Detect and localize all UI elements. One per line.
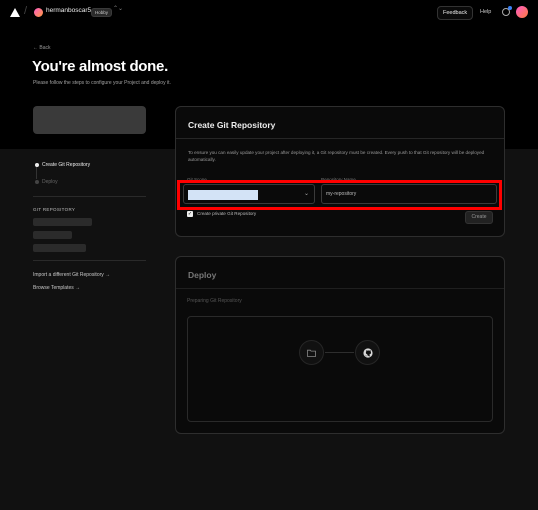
top-navigation: / hermanboscar5 Hobby ⌃⌄ Feedback Help (0, 0, 538, 26)
private-repo-checkbox-label[interactable]: Create private Git Repository (197, 211, 256, 216)
team-avatar (34, 8, 43, 17)
github-icon (355, 340, 380, 365)
highlight-box (177, 180, 502, 210)
feedback-button[interactable]: Feedback (437, 6, 474, 20)
git-repo-placeholder (33, 244, 86, 252)
help-link[interactable]: Help (480, 9, 491, 15)
back-link[interactable]: ← Back (33, 45, 51, 51)
card-divider (176, 138, 504, 139)
step-deploy: Deploy (42, 179, 58, 185)
template-preview-card (33, 106, 146, 134)
create-button[interactable]: Create (465, 211, 493, 224)
folder-icon (299, 340, 324, 365)
create-git-repository-card: Create Git Repository To ensure you can … (175, 106, 505, 237)
step-connector (36, 167, 37, 179)
page-subtitle: Please follow the steps to configure you… (33, 80, 171, 86)
browse-templates-link[interactable]: Browse Templates → (33, 285, 80, 291)
team-switcher-icon[interactable]: ⌃⌄ (113, 6, 123, 12)
step-inactive-dot (35, 180, 39, 184)
nav-separator: / (24, 5, 28, 17)
deploy-preview-box (187, 316, 493, 422)
git-repository-heading: GIT REPOSITORY (33, 207, 76, 212)
vercel-logo-icon[interactable] (10, 8, 20, 17)
plan-badge: Hobby (91, 8, 113, 17)
deploy-connector (325, 352, 354, 353)
page-title: You're almost done. (32, 58, 168, 75)
git-repo-placeholder (33, 218, 92, 226)
notification-dot (508, 6, 512, 10)
sidebar-divider (33, 260, 146, 261)
user-avatar[interactable] (516, 6, 528, 18)
create-card-description: To ensure you can easily update your pro… (188, 150, 485, 162)
git-repo-placeholder (33, 231, 72, 239)
deploy-status: Preparing Git Repository (187, 298, 242, 304)
sidebar-divider (33, 196, 146, 197)
username[interactable]: hermanboscar5 (46, 7, 91, 14)
deploy-card-title: Deploy (188, 270, 217, 280)
create-card-title: Create Git Repository (188, 120, 276, 130)
step-create-git-repository: Create Git Repository (42, 162, 91, 168)
import-different-repo-link[interactable]: Import a different Git Repository → (33, 272, 110, 278)
card-divider (176, 288, 504, 289)
private-repo-checkbox[interactable]: ✓ (187, 211, 193, 217)
